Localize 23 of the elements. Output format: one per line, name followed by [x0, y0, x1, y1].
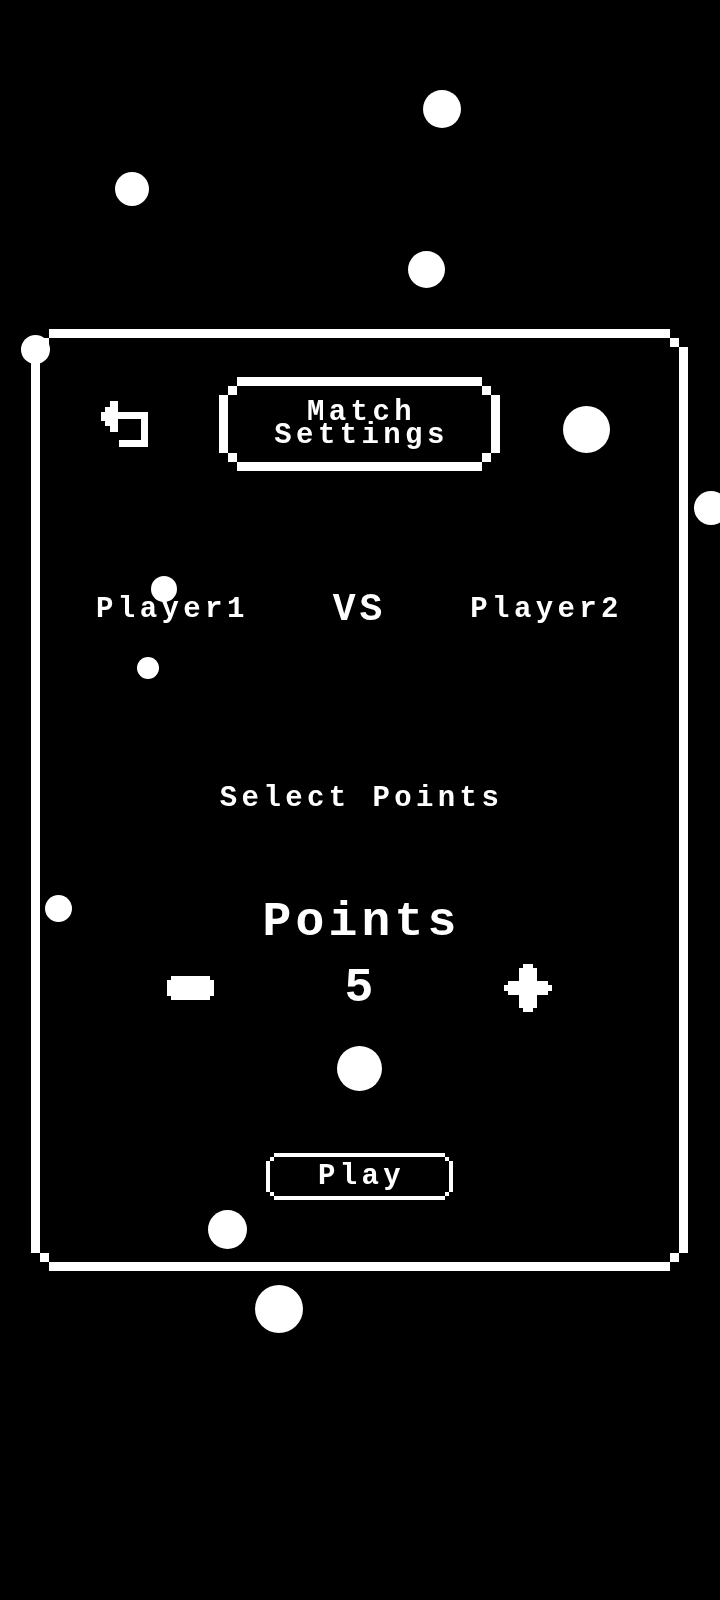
dot-icon: [255, 1285, 303, 1333]
dot-icon: [562, 405, 610, 453]
select-points-heading: Select Points: [218, 784, 504, 814]
dot-icon: [44, 894, 72, 922]
points-label: Points: [261, 898, 461, 946]
points-value: 5: [344, 964, 374, 1012]
dot-icon: [423, 90, 461, 128]
screen-title: Match Settings: [219, 377, 500, 471]
increase-button[interactable]: [504, 964, 553, 1012]
plus-icon: [504, 964, 553, 1012]
dot-icon: [336, 1045, 382, 1091]
play-button[interactable]: Play: [266, 1153, 453, 1200]
player-name: Player2: [470, 595, 623, 625]
return-arrow-icon: [101, 401, 148, 447]
dot-icon: [137, 657, 159, 679]
decrease-button[interactable]: [166, 976, 214, 1000]
dot-icon: [207, 1209, 247, 1249]
versus-label: VS: [332, 595, 387, 625]
dot-icon: [115, 172, 149, 206]
dot-icon: [407, 250, 445, 288]
back-button[interactable]: [101, 401, 148, 447]
minus-icon: [166, 976, 214, 1000]
player-name: Player1: [96, 595, 249, 625]
